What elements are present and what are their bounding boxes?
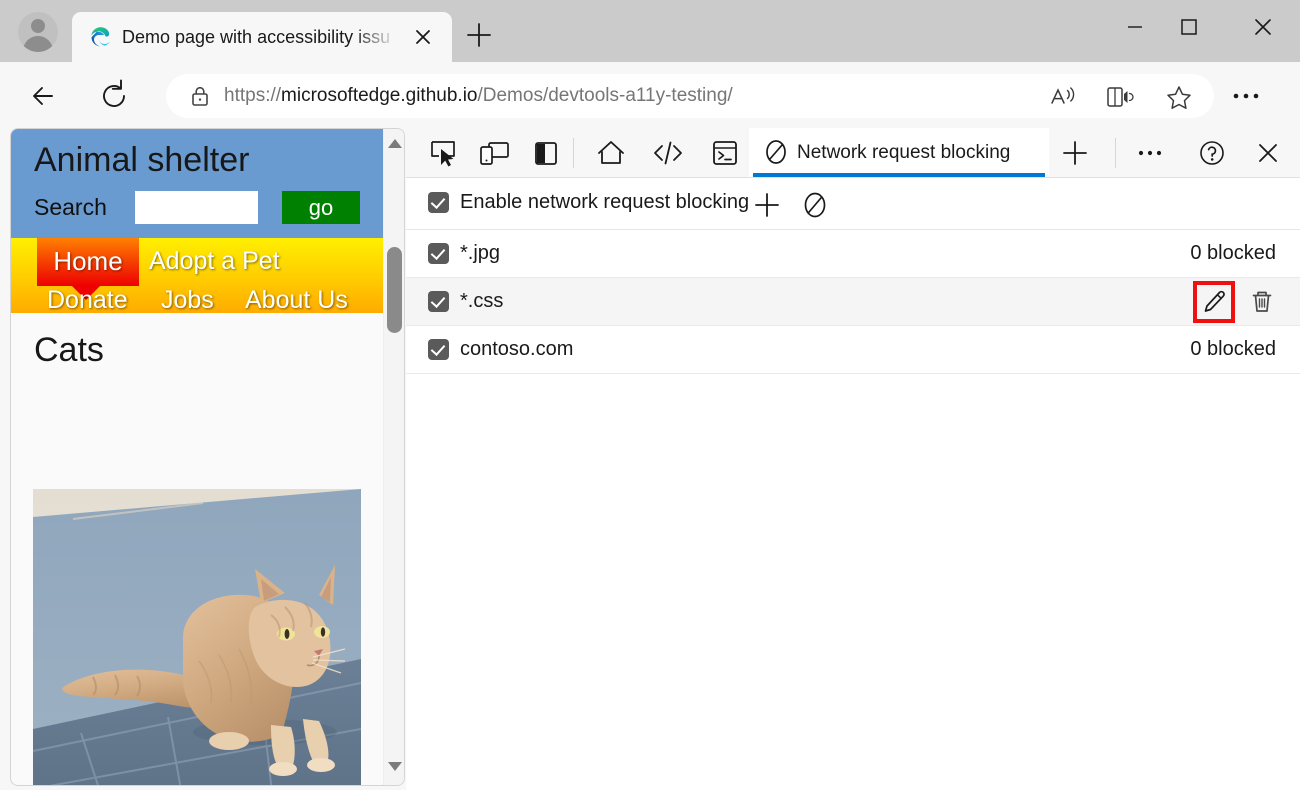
inspect-element-icon[interactable] bbox=[426, 138, 460, 168]
page-section-heading: Cats bbox=[34, 331, 104, 369]
page-viewport: Animal shelter Search go Home Adopt a Pe… bbox=[10, 128, 405, 786]
search-go-button[interactable]: go bbox=[282, 191, 360, 224]
enable-nrb-label[interactable]: Enable network request blocking bbox=[460, 189, 749, 216]
url-host: microsoftedge.github.io bbox=[281, 85, 478, 106]
active-tab-underline bbox=[753, 173, 1045, 177]
pattern-blocked-count: 0 blocked bbox=[1190, 242, 1276, 264]
code-brackets-icon[interactable] bbox=[651, 138, 685, 168]
url-path: /Demos/devtools-a11y-testing/ bbox=[477, 85, 733, 106]
url-text: https://microsoftedge.github.io/Demos/de… bbox=[224, 83, 733, 109]
device-emulation-icon[interactable] bbox=[477, 138, 511, 168]
pattern-enabled-checkbox[interactable] bbox=[428, 339, 449, 360]
close-icon[interactable] bbox=[408, 22, 438, 52]
new-tab-plus-icon[interactable] bbox=[462, 18, 496, 52]
window-close-icon[interactable] bbox=[1240, 10, 1286, 44]
nrb-options-row: Enable network request blocking bbox=[406, 178, 1300, 230]
block-circle-slash-icon bbox=[763, 139, 789, 165]
tab-network-request-blocking[interactable]: Network request blocking bbox=[749, 128, 1049, 177]
browser-more-ellipsis-icon[interactable] bbox=[1226, 84, 1266, 108]
browser-window: Demo page with accessibility issu https:… bbox=[0, 0, 1300, 790]
maximize-icon[interactable] bbox=[1166, 10, 1212, 44]
pattern-enabled-checkbox[interactable] bbox=[428, 291, 449, 312]
tab-title: Demo page with accessibility issu bbox=[122, 27, 391, 47]
trash-delete-icon[interactable] bbox=[1244, 284, 1280, 320]
scroll-down-arrow-icon[interactable] bbox=[388, 762, 402, 771]
nav-item-home[interactable]: Home bbox=[37, 238, 139, 286]
tab-strip: Demo page with accessibility issu bbox=[0, 0, 1300, 62]
page-scroll-content: Animal shelter Search go Home Adopt a Pe… bbox=[11, 129, 384, 785]
edge-logo-icon bbox=[90, 26, 112, 48]
site-header: Animal shelter Search go bbox=[11, 129, 384, 238]
avatar-head bbox=[31, 19, 45, 33]
immersive-reader-icon[interactable] bbox=[1104, 83, 1134, 111]
scrollbar-thumb[interactable] bbox=[387, 247, 402, 333]
url-prefix: https:// bbox=[224, 85, 282, 106]
home-icon[interactable] bbox=[594, 138, 628, 168]
scroll-up-arrow-icon[interactable] bbox=[388, 139, 402, 148]
nav-item-about-us[interactable]: About Us bbox=[245, 286, 348, 315]
toolbar-divider bbox=[573, 138, 574, 168]
pattern-name: contoso.com bbox=[460, 338, 574, 360]
search-input[interactable] bbox=[135, 191, 258, 224]
read-aloud-icon[interactable] bbox=[1048, 83, 1078, 111]
active-tab-label: Network request blocking bbox=[797, 142, 1011, 163]
avatar-body bbox=[23, 36, 53, 52]
browser-tab[interactable]: Demo page with accessibility issu bbox=[72, 12, 452, 62]
pattern-list: *.jpg 0 blocked *.css contoso.com 0 bloc… bbox=[406, 230, 1300, 374]
add-tab-plus-icon[interactable] bbox=[1058, 138, 1092, 168]
devtools-panel: Network request blocking Enable network … bbox=[406, 128, 1300, 790]
nav-item-donate[interactable]: Donate bbox=[47, 286, 128, 315]
nav-item-adopt-a-pet[interactable]: Adopt a Pet bbox=[149, 247, 280, 276]
star-icon[interactable] bbox=[1164, 83, 1194, 111]
address-bar-row: https://microsoftedge.github.io/Demos/de… bbox=[0, 62, 1300, 128]
lock-icon[interactable] bbox=[188, 84, 212, 108]
devtools-close-icon[interactable] bbox=[1251, 138, 1285, 168]
search-label: Search bbox=[34, 194, 107, 220]
toolbar-divider bbox=[1115, 138, 1116, 168]
nav-item-jobs[interactable]: Jobs bbox=[161, 286, 214, 315]
table-row[interactable]: *.jpg 0 blocked bbox=[406, 230, 1300, 278]
dock-side-icon[interactable] bbox=[529, 138, 563, 168]
remove-all-patterns-icon[interactable] bbox=[800, 191, 830, 219]
pencil-edit-icon[interactable] bbox=[1193, 281, 1235, 323]
devtools-toolbar: Network request blocking bbox=[406, 128, 1300, 178]
content-area: Animal shelter Search go Home Adopt a Pe… bbox=[0, 128, 1300, 790]
table-row[interactable]: contoso.com 0 blocked bbox=[406, 326, 1300, 374]
enable-nrb-checkbox[interactable] bbox=[428, 192, 449, 213]
console-terminal-icon[interactable] bbox=[708, 138, 742, 168]
cat-photo bbox=[33, 489, 361, 785]
pattern-name: *.jpg bbox=[460, 242, 501, 264]
page-scrollbar[interactable] bbox=[383, 129, 404, 785]
refresh-icon[interactable] bbox=[94, 76, 134, 116]
account-avatar-icon[interactable] bbox=[18, 12, 58, 52]
pattern-name: *.css bbox=[460, 290, 504, 312]
address-bar[interactable]: https://microsoftedge.github.io/Demos/de… bbox=[166, 74, 1214, 118]
back-arrow-icon[interactable] bbox=[24, 76, 64, 116]
add-pattern-plus-icon[interactable] bbox=[751, 190, 783, 220]
pattern-enabled-checkbox[interactable] bbox=[428, 243, 449, 264]
site-nav: Home Adopt a Pet Donate Jobs About Us bbox=[11, 238, 384, 315]
question-circle-icon[interactable] bbox=[1195, 138, 1229, 168]
table-row[interactable]: *.css bbox=[406, 278, 1300, 326]
site-title: Animal shelter bbox=[34, 141, 250, 179]
pattern-blocked-count: 0 blocked bbox=[1190, 338, 1276, 360]
minimize-icon[interactable] bbox=[1112, 10, 1158, 44]
devtools-more-ellipsis-icon[interactable] bbox=[1133, 138, 1167, 168]
